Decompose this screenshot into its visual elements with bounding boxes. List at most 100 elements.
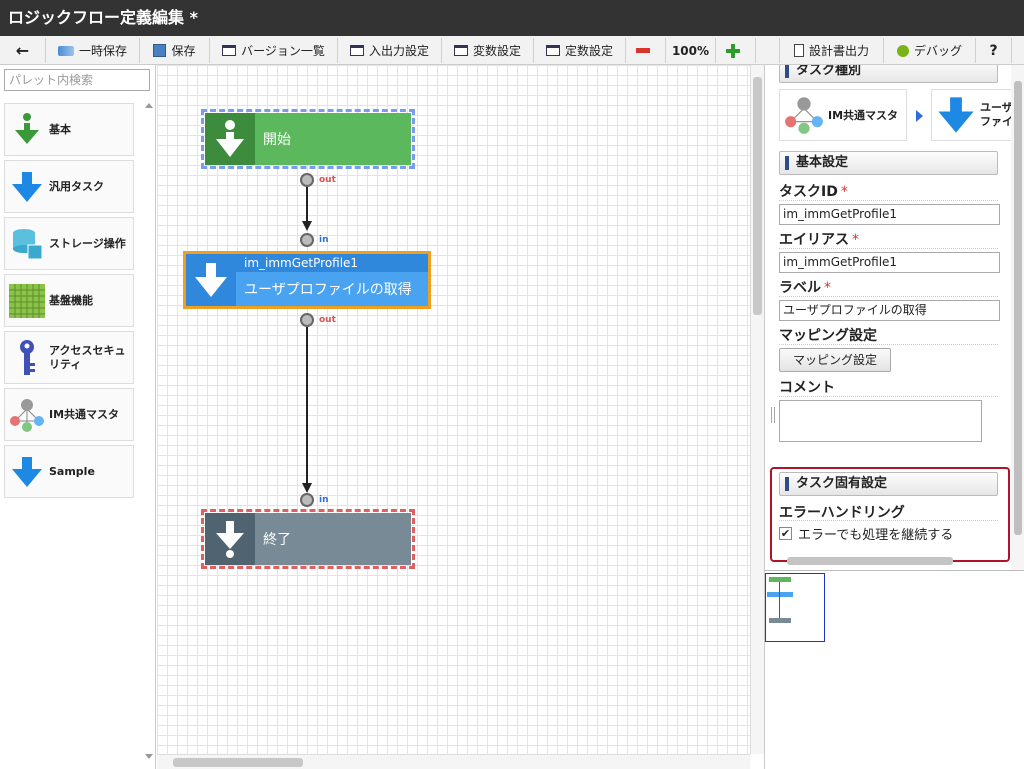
port-label-in: in <box>319 235 329 245</box>
zoom-level[interactable]: 100% <box>666 38 716 63</box>
debug-label: デバッグ <box>913 44 962 58</box>
task-id-field[interactable]: im_immGetProfile1 <box>779 204 1000 225</box>
minimap-viewport[interactable] <box>765 573 825 642</box>
end-download-icon <box>205 513 255 565</box>
debug-button[interactable]: デバッグ <box>884 38 976 63</box>
port-label-out: out <box>319 315 336 325</box>
task-type-header[interactable]: タスク種別 <box>779 65 998 83</box>
task-node-label: ユーザプロファイルの取得 <box>244 282 412 298</box>
palette-item-general-task[interactable]: 汎用タスク <box>4 160 134 213</box>
palette-panel: パレット内検索 基本 汎用タスク ストレージ操作 基盤機能 アクセスセキュリティ <box>0 65 156 769</box>
end-node-label: 終了 <box>263 532 291 548</box>
alias-field[interactable]: im_immGetProfile1 <box>779 252 1000 273</box>
back-arrow-icon: ← <box>15 41 30 60</box>
version-list-label: バージョン一覧 <box>241 44 325 58</box>
palette-item-basic[interactable]: 基本 <box>4 103 134 156</box>
temp-save-icon <box>57 45 74 56</box>
save-icon <box>153 44 167 57</box>
blue-arrow-down-icon <box>5 450 49 494</box>
start-node[interactable]: 開始 <box>201 109 415 169</box>
task-out-port[interactable] <box>300 313 314 327</box>
zoom-in-button[interactable] <box>716 38 756 63</box>
palette-scrollbar[interactable] <box>142 95 154 767</box>
scroll-thumb[interactable] <box>1014 81 1022 535</box>
version-list-button[interactable]: バージョン一覧 <box>210 38 338 63</box>
constant-settings-button[interactable]: 定数設定 <box>534 38 626 63</box>
key-icon <box>5 336 49 380</box>
help-button[interactable]: ? <box>976 38 1012 63</box>
properties-scrollbar[interactable] <box>1011 65 1024 570</box>
variable-settings-button[interactable]: 変数設定 <box>442 38 534 63</box>
palette-item-label: Sample <box>49 464 95 478</box>
label-label: ラベル * <box>779 277 831 297</box>
properties-horizontal-scroll-thumb[interactable] <box>787 557 953 565</box>
save-button[interactable]: 保存 <box>140 38 210 63</box>
document-icon <box>793 44 804 57</box>
scroll-thumb[interactable] <box>753 77 762 315</box>
io-settings-button[interactable]: 入出力設定 <box>338 38 442 63</box>
task-arrow-down-icon <box>186 254 236 306</box>
start-out-port[interactable] <box>300 173 314 187</box>
constant-settings-label: 定数設定 <box>564 44 613 58</box>
spec-output-button[interactable]: 設計書出力 <box>780 38 884 63</box>
alias-label: エイリアス * <box>779 229 859 249</box>
green-download-icon <box>5 108 49 152</box>
end-node[interactable]: 終了 <box>201 509 415 569</box>
blue-arrow-down-icon <box>5 165 49 209</box>
palette-item-label: アクセスセキュリティ <box>49 343 126 371</box>
scroll-up-icon[interactable] <box>145 103 153 108</box>
palette-item-sample[interactable]: Sample <box>4 445 134 498</box>
comment-textarea[interactable] <box>779 400 982 442</box>
palette-item-im-master[interactable]: IM共通マスタ <box>4 388 134 441</box>
task-specific-settings-header[interactable]: タスク固有設定 <box>779 472 998 496</box>
field-divider <box>779 248 998 249</box>
task-node[interactable]: im_immGetProfile1 ユーザプロファイルの取得 <box>183 251 431 309</box>
continue-on-error-checkbox[interactable]: ✔ <box>779 527 792 540</box>
scroll-down-icon[interactable] <box>145 754 153 759</box>
edge-task-end[interactable] <box>306 327 308 487</box>
variable-settings-label: 変数設定 <box>472 44 521 58</box>
task-in-port[interactable] <box>300 233 314 247</box>
field-divider <box>779 296 998 297</box>
palette-search-input[interactable]: パレット内検索 <box>4 69 150 91</box>
scroll-thumb[interactable] <box>173 758 303 767</box>
temp-save-button[interactable]: 一時保存 <box>46 38 140 63</box>
chevron-right-icon <box>916 110 923 122</box>
minimap[interactable] <box>764 570 1024 769</box>
start-node-label: 開始 <box>263 132 291 148</box>
edge-start-task[interactable] <box>306 187 308 225</box>
palette-item-platform[interactable]: 基盤機能 <box>4 274 134 327</box>
back-button[interactable]: ← <box>0 38 46 63</box>
save-label: 保存 <box>171 44 196 58</box>
error-handling-label: エラーハンドリング <box>779 505 905 521</box>
minimap-end-node <box>769 618 791 623</box>
task-node-body: im_immGetProfile1 ユーザプロファイルの取得 <box>236 254 428 306</box>
alias-label-text: エイリアス <box>779 232 849 248</box>
minimap-task-node <box>767 592 793 597</box>
mapping-settings-button[interactable]: マッピング設定 <box>779 348 891 372</box>
window-title: ロジックフロー定義編集 * <box>0 0 1024 36</box>
field-divider <box>779 520 998 521</box>
io-settings-label: 入出力設定 <box>368 44 429 58</box>
task-category-card[interactable]: IM共通マスタ <box>779 89 907 141</box>
palette-item-access-security[interactable]: アクセスセキュリティ <box>4 331 134 384</box>
plus-icon <box>726 43 740 58</box>
basic-settings-header[interactable]: 基本設定 <box>779 151 998 175</box>
palette-item-storage[interactable]: ストレージ操作 <box>4 217 134 270</box>
variable-settings-icon <box>453 45 468 56</box>
palette-item-label: 汎用タスク <box>49 179 104 193</box>
zoom-out-button[interactable] <box>626 38 666 63</box>
edge-arrowhead-icon <box>302 221 312 231</box>
label-label-text: ラベル <box>779 280 821 296</box>
label-field[interactable]: ユーザプロファイルの取得 <box>779 300 1000 321</box>
required-mark: * <box>852 232 859 248</box>
task-id-label-text: タスクID <box>779 184 838 200</box>
canvas-vertical-scrollbar[interactable] <box>750 65 764 754</box>
panel-splitter-handle[interactable] <box>771 407 775 423</box>
canvas-horizontal-scrollbar[interactable] <box>157 754 750 769</box>
end-in-port[interactable] <box>300 493 314 507</box>
field-divider <box>779 396 998 397</box>
network-master-icon <box>785 97 823 134</box>
minimap-start-node <box>769 577 791 582</box>
flow-canvas[interactable]: 開始 out in im_immGetProfile1 ユーザプロファイルの取得… <box>157 65 750 754</box>
